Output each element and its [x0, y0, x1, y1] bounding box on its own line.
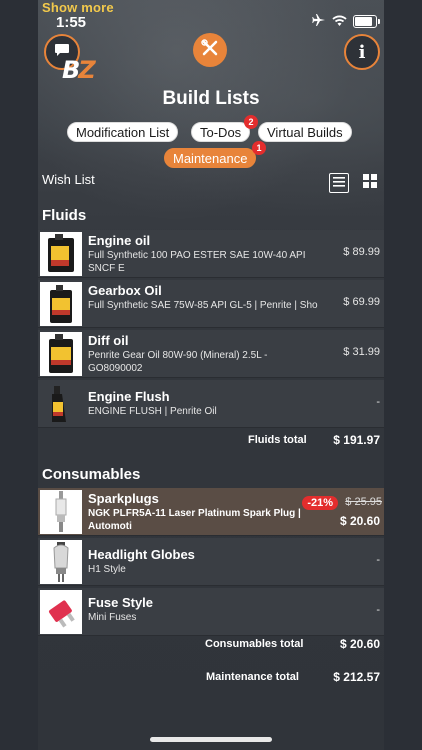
item-price: -: [376, 604, 380, 616]
item-description: H1 Style: [88, 564, 126, 575]
list-item[interactable]: Sparkplugs NGK PLFR5A-11 Laser Platinum …: [38, 488, 384, 536]
tab-modification-list[interactable]: Modification List: [67, 122, 179, 142]
home-indicator[interactable]: [150, 737, 272, 742]
list-item[interactable]: Engine Flush ENGINE FLUSH | Penrite Oil …: [38, 380, 384, 428]
item-description: Penrite Gear Oil 80W-90 (Mineral) 2.5L -…: [88, 350, 268, 374]
info-icon: i: [358, 41, 366, 63]
grid-view-button[interactable]: [360, 173, 380, 193]
consumables-total-label: Consumables total: [205, 638, 304, 650]
show-more-link[interactable]: Show more: [42, 0, 114, 15]
item-description: ENGINE FLUSH | Penrite Oil: [88, 406, 217, 417]
fluids-total-value: $ 191.97: [333, 433, 380, 447]
old-price: $ 25.95: [345, 496, 382, 508]
tools-button[interactable]: [193, 33, 227, 67]
item-price: -: [376, 554, 380, 566]
section-title-consumables: Consumables: [42, 466, 141, 483]
list-item[interactable]: Diff oil Penrite Gear Oil 80W-90 (Minera…: [38, 330, 384, 378]
list-icon: [333, 174, 345, 192]
item-name: Engine Flush: [88, 389, 170, 404]
item-name: Fuse Style: [88, 595, 154, 610]
item-description: Full Synthetic SAE 75W-85 API GL-5 | Pen…: [88, 300, 318, 311]
consumables-total-value: $ 20.60: [339, 637, 380, 651]
item-price: $ 31.99: [343, 346, 380, 358]
section-title-fluids: Fluids: [42, 207, 87, 224]
wifi-icon: [332, 14, 347, 29]
product-image: [40, 382, 82, 426]
list-item[interactable]: Gearbox Oil Full Synthetic SAE 75W-85 AP…: [38, 280, 384, 328]
item-name: Engine oil: [88, 233, 151, 248]
page-title: Build Lists: [162, 88, 260, 109]
list-item[interactable]: Engine oil Full Synthetic 100 PAO ESTER …: [38, 230, 384, 278]
item-name: Diff oil: [88, 333, 129, 348]
tab-maintenance[interactable]: Maintenance: [164, 148, 257, 168]
maintenance-total-row: Maintenance total $ 212.57: [38, 669, 384, 691]
airplane-icon: [312, 14, 326, 29]
item-description: NGK PLFR5A-11 Laser Platinum Spark Plug …: [88, 508, 301, 532]
item-description: Mini Fuses: [88, 612, 137, 623]
product-image: [40, 590, 82, 634]
status-time: 1:55: [56, 14, 87, 31]
grid-icon: [363, 173, 377, 193]
maintenance-badge: 1: [252, 141, 266, 155]
wish-list-label: Wish List: [42, 172, 95, 187]
item-price: $ 89.99: [343, 246, 380, 258]
wrench-screwdriver-icon: [201, 38, 219, 62]
tab-virtual-builds[interactable]: Virtual Builds: [258, 122, 352, 142]
maintenance-total-label: Maintenance total: [206, 671, 299, 683]
todos-badge: 2: [244, 115, 258, 129]
fluids-total-label: Fluids total: [248, 434, 307, 446]
item-price: $ 69.99: [343, 296, 380, 308]
item-name: Gearbox Oil: [88, 283, 162, 298]
product-image: [40, 332, 82, 376]
discount-badge: -21%: [302, 496, 338, 510]
consumables-total-row: Consumables total $ 20.60: [38, 636, 384, 658]
product-image: [40, 490, 82, 534]
fluids-total-row: Fluids total $ 191.97: [38, 432, 384, 454]
screen: Show more 1:55 BZ i Build Lists Modifica…: [0, 0, 422, 750]
product-image: [40, 282, 82, 326]
item-name: Sparkplugs: [88, 491, 159, 506]
status-icons: [312, 14, 380, 29]
item-description: Full Synthetic 100 PAO ESTER SAE 10W-40 …: [88, 250, 306, 274]
maintenance-total-value: $ 212.57: [333, 670, 380, 684]
list-item[interactable]: Fuse Style Mini Fuses -: [38, 588, 384, 636]
list-view-button[interactable]: [329, 173, 349, 193]
list-item[interactable]: Headlight Globes H1 Style -: [38, 538, 384, 586]
bz-logo: BZ: [62, 56, 96, 84]
item-price: -: [376, 396, 380, 408]
battery-icon: [353, 15, 377, 28]
tab-todos[interactable]: To-Dos: [191, 122, 251, 142]
product-image: [40, 540, 82, 584]
info-button[interactable]: i: [344, 34, 380, 70]
product-image: [40, 232, 82, 276]
item-name: Headlight Globes: [88, 547, 195, 562]
new-price: $ 20.60: [339, 514, 380, 528]
